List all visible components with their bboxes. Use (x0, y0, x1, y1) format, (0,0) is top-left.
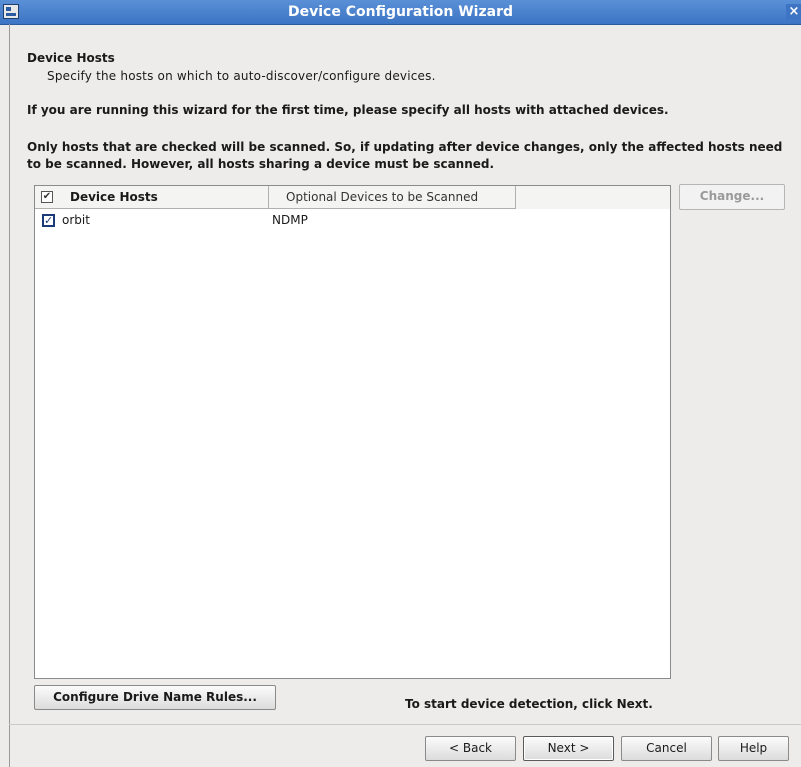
device-hosts-table[interactable]: ✔ Device Hosts Optional Devices to be Sc… (34, 185, 671, 679)
column-label-device-hosts: Device Hosts (70, 190, 158, 204)
column-header-optional-devices[interactable]: Optional Devices to be Scanned (269, 186, 516, 209)
title-bar: Device Configuration Wizard × (0, 0, 801, 25)
cancel-button[interactable]: Cancel (621, 736, 712, 761)
help-button[interactable]: Help (718, 736, 789, 761)
optional-devices-cell: NDMP (272, 213, 308, 227)
configure-drive-name-rules-button[interactable]: Configure Drive Name Rules... (34, 685, 276, 710)
instruction-checked-hosts: Only hosts that are checked will be scan… (27, 140, 783, 171)
page-title: Device Hosts (27, 51, 115, 65)
window-title: Device Configuration Wizard (288, 4, 513, 20)
select-all-checkbox[interactable]: ✔ (41, 191, 53, 203)
back-button[interactable]: < Back (425, 736, 516, 761)
column-header-device-hosts[interactable]: ✔ Device Hosts (35, 186, 269, 209)
table-row[interactable]: ✓ orbit NDMP (35, 211, 670, 229)
host-checkbox[interactable]: ✓ (42, 214, 55, 227)
next-button[interactable]: Next > (523, 736, 614, 761)
page-subtitle: Specify the hosts on which to auto-disco… (47, 69, 436, 83)
change-button[interactable]: Change... (679, 184, 785, 210)
host-name-cell: orbit (62, 213, 90, 227)
table-header: ✔ Device Hosts Optional Devices to be Sc… (35, 186, 670, 209)
instruction-first-time: If you are running this wizard for the f… (27, 103, 669, 117)
close-icon[interactable]: × (786, 4, 801, 20)
next-hint-text: To start device detection, click Next. (405, 697, 653, 711)
footer-divider (9, 724, 801, 725)
